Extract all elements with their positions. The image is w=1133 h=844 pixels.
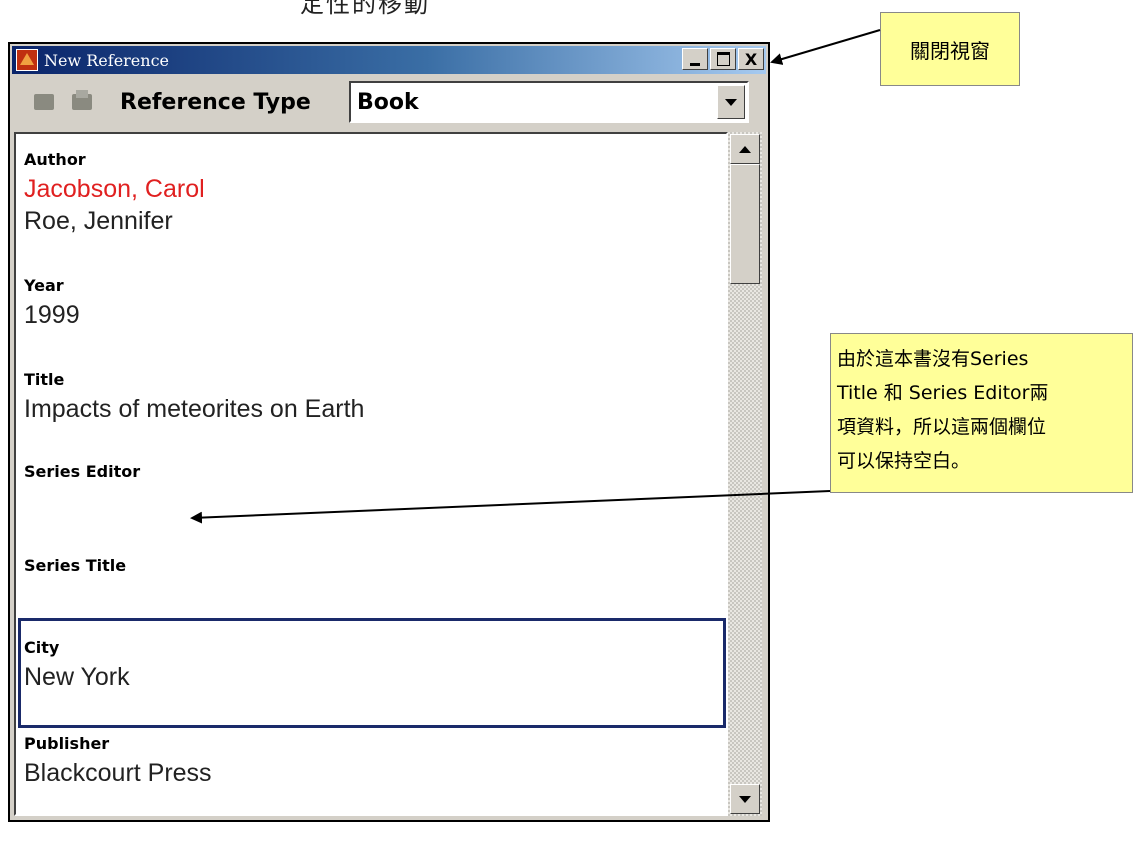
annotation-arrows xyxy=(190,29,881,524)
series-callout-arrow xyxy=(190,490,831,524)
close-callout-arrow xyxy=(770,29,881,65)
